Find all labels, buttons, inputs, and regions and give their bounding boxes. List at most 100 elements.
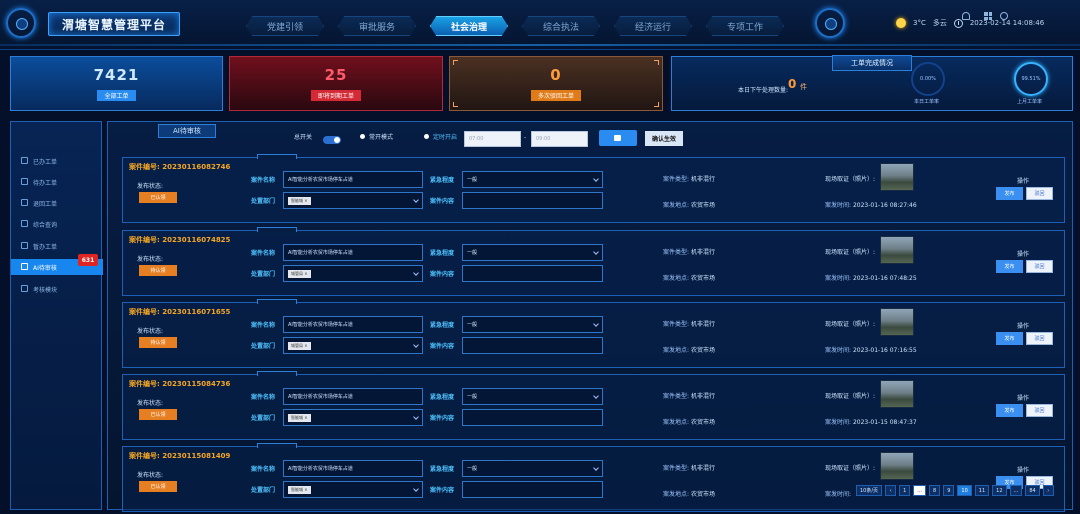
page-size-select[interactable]: 10条/页 (856, 485, 883, 496)
publish-status-button[interactable]: 已认领 (139, 481, 177, 492)
page-next-button[interactable]: › (1042, 485, 1054, 496)
case-name-label: 案件名称 (251, 394, 276, 401)
case-time: 案发时间: 2023-01-16 08:27:46 (825, 200, 917, 209)
pagination: 10条/页 ‹ 1 ... 8 9 10 11 12 ... 84 › (856, 485, 1054, 496)
lock-button[interactable] (599, 130, 637, 146)
page-button[interactable]: 1 (899, 485, 911, 496)
page-ellipsis[interactable]: ... (913, 485, 927, 496)
publish-status-button[interactable]: 已认领 (139, 192, 177, 203)
master-switch-toggle[interactable] (323, 136, 341, 144)
dept-tag[interactable]: 智能城 × (288, 196, 311, 205)
page-button[interactable]: 8 (929, 485, 941, 496)
sidebar-item-pending[interactable]: 暂办工单 (11, 238, 103, 254)
dept-select[interactable]: 智能城 × (283, 192, 423, 209)
case-content-input[interactable] (462, 265, 603, 282)
case-name-input[interactable]: AI智能分析农贸市场停车占道 (283, 244, 423, 261)
dept-tag[interactable]: 城管局 × (288, 341, 311, 350)
nav-economy[interactable]: 经济运行 (614, 16, 692, 36)
reject-button[interactable]: 驳回 (1026, 187, 1053, 200)
reject-button[interactable]: 驳回 (1026, 332, 1053, 345)
case-name-input[interactable]: AI智能分析农贸市场停车占道 (283, 171, 423, 188)
dept-tag[interactable]: 智能城 × (288, 413, 311, 422)
chevron-down-icon (593, 465, 599, 471)
urgency-select[interactable]: 一般 (462, 460, 603, 477)
dept-tag[interactable]: 智能城 × (288, 485, 311, 494)
evidence-photo[interactable] (880, 236, 914, 264)
publish-button[interactable]: 发布 (996, 260, 1023, 273)
sidebar-item-label: 退回工单 (33, 200, 58, 208)
evidence-label: 现场取证（照片）: (825, 393, 876, 400)
nav-social-governance[interactable]: 社会治理 (430, 16, 508, 36)
confirm-button[interactable]: 确认生效 (645, 131, 683, 146)
urgency-value: 一般 (467, 177, 478, 183)
publish-button[interactable]: 发布 (996, 187, 1023, 200)
urgency-select[interactable]: 一般 (462, 244, 603, 261)
publish-button[interactable]: 发布 (996, 404, 1023, 417)
urgency-select[interactable]: 一般 (462, 388, 603, 405)
dept-tag[interactable]: 城管局 × (288, 269, 311, 278)
publish-status-button[interactable]: 待认领 (139, 337, 177, 348)
page-ellipsis[interactable]: ... (1009, 485, 1023, 496)
dept-select[interactable]: 城管局 × (283, 265, 423, 282)
gauge-today: 0.00% (911, 62, 945, 96)
page-button[interactable]: 11 (974, 485, 990, 496)
case-name-input[interactable]: AI智能分析农贸市场停车占道 (283, 460, 423, 477)
mode-always-radio[interactable]: 常开模式 (360, 132, 393, 141)
stat-card-expiring[interactable]: 25 即将到期工单 (229, 56, 443, 111)
nav-party-building[interactable]: 党建引领 (246, 16, 324, 36)
dept-select[interactable]: 城管局 × (283, 337, 423, 354)
chevron-down-icon (593, 176, 599, 182)
dept-select[interactable]: 智能城 × (283, 409, 423, 426)
chevron-down-icon (413, 342, 419, 348)
evidence-photo[interactable] (880, 308, 914, 336)
case-time: 案发时间: 2023-01-16 07:16:55 (825, 345, 917, 354)
page-button-current[interactable]: 10 (957, 485, 972, 496)
sidebar-item-returned[interactable]: 退回工单 (11, 195, 103, 211)
dept-select[interactable]: 智能城 × (283, 481, 423, 498)
publish-button[interactable]: 发布 (996, 332, 1023, 345)
case-name-input[interactable]: AI智能分析农贸市场停车占道 (283, 388, 423, 405)
publish-status-button[interactable]: 已认领 (139, 409, 177, 420)
page-button[interactable]: 12 (992, 485, 1007, 496)
list-icon (21, 178, 28, 185)
bell-icon[interactable] (962, 12, 970, 20)
mode-timed-radio[interactable]: 定时开启 (424, 132, 457, 141)
sidebar-item-todo[interactable]: 待办工单 (11, 174, 103, 190)
page-button[interactable]: 84 (1025, 485, 1040, 496)
stat-card-all[interactable]: 7421 全部工单 (10, 56, 223, 111)
urgency-select[interactable]: 一般 (462, 316, 603, 333)
nav-approval[interactable]: 审批服务 (338, 16, 416, 36)
grid-icon[interactable] (984, 12, 992, 20)
card-tab-decoration (257, 154, 297, 159)
gauge-value: 99.51% (1021, 76, 1041, 82)
chart-icon (21, 285, 28, 292)
publish-status-button[interactable]: 待认领 (139, 265, 177, 276)
reject-button[interactable]: 驳回 (1026, 260, 1053, 273)
sidebar-item-query[interactable]: 综合查询 (11, 216, 103, 232)
panel-tab-ai-review[interactable]: AI待审核 (158, 124, 216, 138)
case-number: 案件编号: 20230115081409 (129, 452, 231, 460)
urgency-select[interactable]: 一般 (462, 171, 603, 188)
evidence-photo[interactable] (880, 380, 914, 408)
reject-button[interactable]: 驳回 (1026, 404, 1053, 417)
nav-law-enforcement[interactable]: 综合执法 (522, 16, 600, 36)
page-prev-button[interactable]: ‹ (885, 485, 897, 496)
case-content-input[interactable] (462, 481, 603, 498)
nav-special-work[interactable]: 专项工作 (706, 16, 784, 36)
sidebar-item-assessment[interactable]: 考核模块 (11, 281, 103, 297)
evidence-photo[interactable] (880, 452, 914, 480)
case-content-input[interactable] (462, 192, 603, 209)
power-icon[interactable] (1000, 12, 1008, 20)
evidence-photo[interactable] (880, 163, 914, 191)
case-content-input[interactable] (462, 409, 603, 426)
page-button[interactable]: 9 (943, 485, 955, 496)
case-location-value: 农贸市场 (690, 202, 715, 209)
sidebar-item-label: 暂办工单 (33, 243, 58, 251)
case-content-input[interactable] (462, 337, 603, 354)
sidebar-item-done[interactable]: 已办工单 (11, 153, 103, 169)
time-end-input[interactable]: 09:00 (531, 131, 588, 147)
time-start-input[interactable]: 07:00 (464, 131, 521, 147)
case-name-input[interactable]: AI智能分析农贸市场停车占道 (283, 316, 423, 333)
stat-card-rejected[interactable]: 0 多次驳回工单 (449, 56, 663, 111)
gauge-label: 上月工单率 (1017, 99, 1043, 105)
